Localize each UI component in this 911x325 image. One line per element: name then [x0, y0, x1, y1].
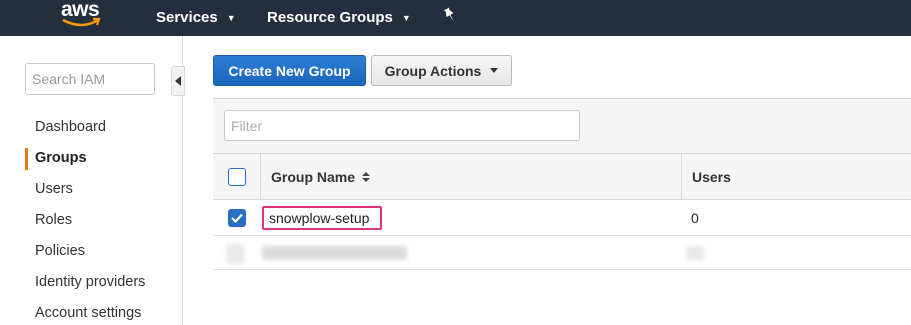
- resource-groups-menu[interactable]: Resource Groups ▼: [267, 9, 411, 26]
- chevron-down-icon: ▼: [401, 12, 411, 23]
- group-actions-dropdown[interactable]: Group Actions: [371, 55, 512, 86]
- checkmark-icon: [231, 213, 243, 223]
- caret-down-icon: [490, 68, 499, 73]
- create-new-group-button[interactable]: Create New Group: [213, 55, 366, 86]
- redacted-checkbox: [226, 244, 244, 264]
- active-indicator: [25, 148, 28, 170]
- redacted-users-count: [686, 246, 704, 260]
- sidebar-collapse-toggle[interactable]: [171, 66, 185, 96]
- sidebar-item-identity-providers[interactable]: Identity providers: [35, 274, 145, 290]
- column-divider: [260, 154, 261, 200]
- services-label: Services: [156, 9, 218, 26]
- sidebar-item-account-settings[interactable]: Account settings: [35, 305, 141, 321]
- services-menu[interactable]: Services ▼: [156, 9, 236, 26]
- select-all-checkbox[interactable]: [228, 168, 246, 186]
- sidebar-item-dashboard[interactable]: Dashboard: [35, 119, 106, 135]
- top-nav-bar: aws Services ▼ Resource Groups ▼: [0, 0, 911, 36]
- sidebar-item-groups[interactable]: Groups: [35, 150, 87, 166]
- pin-icon[interactable]: [442, 7, 458, 25]
- sidebar-item-users[interactable]: Users: [35, 181, 73, 197]
- chevron-down-icon: ▼: [226, 12, 236, 23]
- collapse-left-icon: [175, 76, 181, 86]
- smile-arrow-icon: [62, 17, 101, 27]
- sidebar-item-policies[interactable]: Policies: [35, 243, 85, 259]
- sort-icon: [362, 172, 371, 182]
- sidebar: Dashboard Groups Users Roles Policies Id…: [0, 36, 185, 325]
- column-header-users: Users: [692, 169, 731, 185]
- users-count: 0: [691, 210, 699, 226]
- column-header-label: Group Name: [271, 169, 356, 185]
- aws-logo[interactable]: aws: [58, 0, 108, 34]
- column-divider: [681, 154, 682, 200]
- sidebar-item-roles[interactable]: Roles: [35, 212, 72, 228]
- redacted-group-name: [262, 246, 407, 260]
- resource-groups-label: Resource Groups: [267, 9, 393, 26]
- row-checkbox[interactable]: [228, 209, 246, 227]
- search-iam-input[interactable]: [25, 63, 155, 95]
- group-actions-label: Group Actions: [384, 62, 482, 79]
- column-header-group-name[interactable]: Group Name: [271, 169, 371, 185]
- group-name-link[interactable]: snowplow-setup: [269, 210, 369, 226]
- filter-input[interactable]: [224, 110, 580, 141]
